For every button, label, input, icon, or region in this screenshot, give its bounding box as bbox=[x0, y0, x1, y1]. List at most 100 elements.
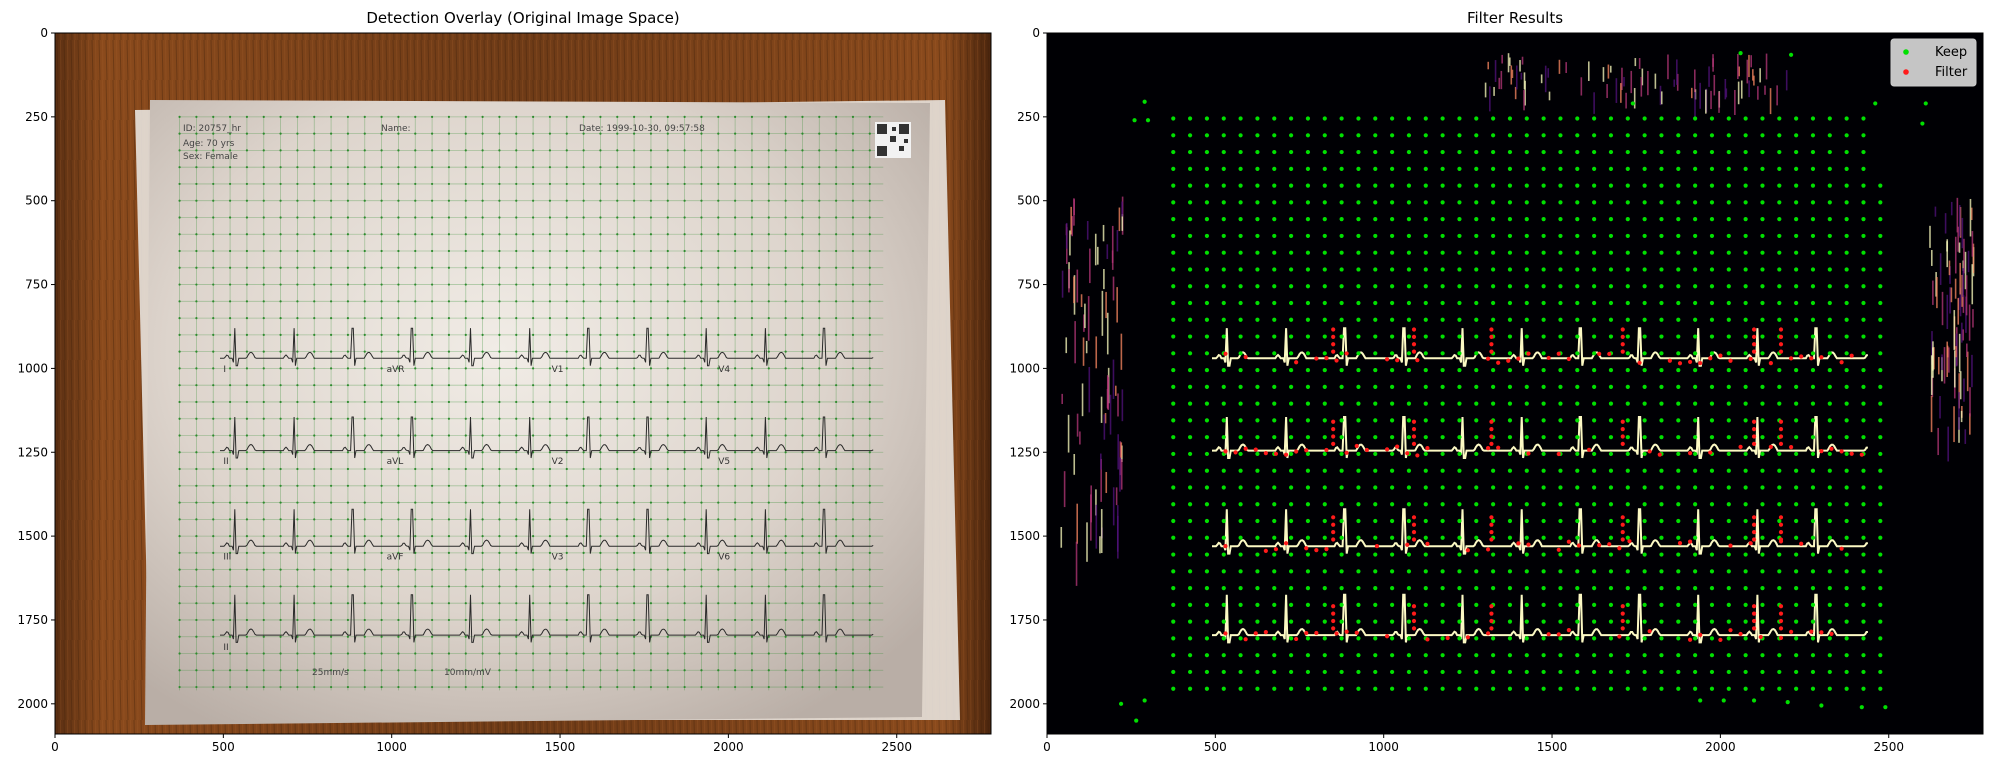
heatmap-noise-streak bbox=[1120, 459, 1123, 490]
keep-point bbox=[1221, 233, 1226, 239]
filter-point bbox=[1243, 354, 1248, 360]
keep-point bbox=[1289, 367, 1294, 373]
keep-point bbox=[1608, 133, 1614, 138]
keep-point bbox=[1507, 602, 1513, 607]
keep-point bbox=[1608, 468, 1614, 473]
keep-point bbox=[1507, 569, 1513, 574]
heatmap-noise-streak bbox=[1519, 60, 1521, 72]
keep-point bbox=[1743, 669, 1748, 675]
heatmap-noise-streak bbox=[1587, 61, 1590, 81]
keep-point bbox=[1423, 435, 1428, 440]
left-grid-point bbox=[633, 535, 636, 538]
keep-point bbox=[1861, 602, 1866, 607]
keep-point bbox=[1726, 669, 1731, 675]
keep-point bbox=[1760, 367, 1765, 373]
filter-point bbox=[1384, 634, 1390, 639]
filter-point bbox=[1620, 522, 1625, 527]
heatmap-noise-streak bbox=[1966, 343, 1968, 358]
left-grid-point bbox=[734, 233, 737, 236]
left-grid-point bbox=[464, 115, 467, 118]
left-grid-point bbox=[414, 300, 417, 303]
left-grid-point bbox=[515, 149, 518, 152]
keep-point bbox=[1709, 552, 1715, 557]
left-grid-point bbox=[801, 233, 804, 236]
left-grid-point bbox=[750, 182, 754, 186]
left-grid-point bbox=[515, 635, 518, 638]
left-grid-point bbox=[481, 249, 484, 253]
keep-point bbox=[1356, 435, 1361, 440]
left-grid-point bbox=[767, 182, 770, 186]
left-grid-point bbox=[397, 568, 400, 571]
heatmap-noise-streak bbox=[1089, 248, 1091, 284]
keep-point bbox=[1642, 284, 1647, 289]
left-grid-point bbox=[750, 434, 754, 437]
keep-point bbox=[1474, 300, 1479, 306]
keep-point bbox=[1575, 418, 1580, 423]
left-grid-point bbox=[835, 367, 838, 370]
left-grid-point bbox=[666, 451, 669, 454]
keep-point bbox=[1810, 485, 1816, 490]
keep-point bbox=[1827, 636, 1832, 641]
left-grid-point bbox=[717, 233, 720, 236]
keep-point bbox=[1255, 653, 1260, 658]
keep-point bbox=[1171, 351, 1176, 356]
left-grid-point bbox=[178, 384, 181, 387]
keep-point bbox=[1751, 698, 1757, 703]
keep-point bbox=[1255, 485, 1260, 490]
filter-point bbox=[1485, 631, 1491, 636]
left-grid-point bbox=[633, 182, 636, 186]
keep-point bbox=[1777, 669, 1782, 675]
left-grid-point bbox=[296, 300, 299, 303]
left-grid-point bbox=[767, 233, 770, 236]
keep-point bbox=[1491, 451, 1496, 457]
filter-point bbox=[1331, 537, 1336, 542]
keep-point bbox=[1305, 317, 1311, 322]
keep-point bbox=[1507, 217, 1513, 222]
left-grid-point bbox=[430, 132, 434, 135]
left-grid-point bbox=[532, 216, 535, 219]
keep-point bbox=[1255, 535, 1260, 540]
left-grid-point bbox=[582, 266, 585, 269]
left-grid-point bbox=[363, 685, 366, 689]
keep-point bbox=[1507, 149, 1513, 155]
keep-point bbox=[1322, 502, 1327, 507]
left-grid-point bbox=[515, 199, 518, 202]
keep-point bbox=[1592, 602, 1597, 607]
keep-point bbox=[1642, 535, 1647, 540]
left-grid-point bbox=[380, 652, 383, 655]
filter-point bbox=[1751, 611, 1757, 616]
left-grid-point bbox=[313, 333, 316, 336]
left-grid-point bbox=[498, 635, 501, 638]
heatmap-noise-streak bbox=[1095, 504, 1098, 549]
keep-point bbox=[1272, 351, 1277, 356]
keep-point bbox=[1592, 552, 1597, 557]
left-grid-point bbox=[666, 367, 669, 370]
left-grid-point bbox=[565, 568, 568, 571]
left-grid-point bbox=[801, 568, 804, 571]
left-grid-point bbox=[178, 434, 181, 437]
left-grid-point bbox=[296, 384, 299, 387]
left-grid-point bbox=[683, 635, 686, 638]
left-grid-point bbox=[784, 434, 787, 437]
keep-point bbox=[1305, 602, 1311, 607]
keep-point bbox=[1541, 636, 1546, 641]
left-grid-point bbox=[835, 568, 838, 571]
keep-point bbox=[1693, 217, 1698, 222]
left-grid-point bbox=[649, 685, 653, 689]
left-grid-point bbox=[582, 400, 585, 404]
keep-point bbox=[1423, 133, 1428, 138]
left-grid-point bbox=[532, 535, 535, 538]
left-grid-point bbox=[178, 233, 181, 236]
keep-point bbox=[1491, 367, 1496, 373]
keep-point bbox=[1726, 183, 1731, 188]
keep-point bbox=[1861, 334, 1866, 339]
left-grid-point bbox=[296, 333, 299, 336]
keep-point bbox=[1305, 686, 1311, 691]
keep-point bbox=[1592, 619, 1597, 624]
heatmap-noise-streak bbox=[1088, 366, 1091, 413]
keep-point bbox=[1743, 284, 1748, 289]
left-grid-point bbox=[296, 182, 299, 186]
keep-point bbox=[1676, 653, 1681, 658]
keep-point bbox=[1474, 468, 1479, 473]
keep-point bbox=[1827, 669, 1832, 675]
